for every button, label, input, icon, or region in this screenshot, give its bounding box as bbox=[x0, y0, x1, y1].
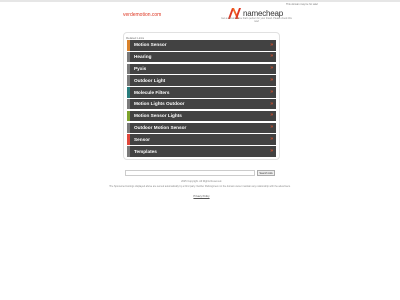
related-link-label: Outdoor Light bbox=[134, 77, 166, 83]
related-link[interactable]: Hearing » bbox=[127, 51, 276, 63]
chevron-right-icon: » bbox=[270, 53, 273, 60]
related-link[interactable]: Outdoor Motion Sensor » bbox=[127, 122, 276, 134]
related-link[interactable]: Templates » bbox=[127, 146, 276, 157]
related-link-label: Outdoor Motion Sensor bbox=[134, 124, 187, 130]
related-link[interactable]: Motion Lights Outdoor » bbox=[127, 98, 276, 110]
search-ads-button[interactable]: Search Ads bbox=[257, 170, 275, 176]
chevron-right-icon: » bbox=[270, 136, 273, 143]
related-link[interactable]: Motion Sensor Lights » bbox=[127, 110, 276, 122]
chevron-right-icon: » bbox=[270, 77, 273, 84]
chevron-right-icon: » bbox=[270, 100, 273, 107]
related-links-panel: Related Links Motion Sensor» Hearing» Pyxi… bbox=[123, 32, 280, 160]
chevron-right-icon: » bbox=[270, 88, 273, 95]
chevron-right-icon: » bbox=[270, 65, 273, 72]
copyright: 2025 Copyright. All Rights Reserved. bbox=[181, 180, 222, 183]
related-link-label: Motion Lights Outdoor bbox=[134, 101, 185, 107]
related-links-list: Motion Sensor» Hearing» Pyxis» Outdoor Ligh… bbox=[127, 40, 276, 158]
search-input[interactable] bbox=[125, 170, 255, 176]
chevron-right-icon: » bbox=[270, 41, 273, 48]
chevron-right-icon: » bbox=[270, 124, 273, 131]
related-link[interactable]: Sensor » bbox=[127, 134, 276, 145]
related-link[interactable]: Molecule Filters » bbox=[127, 87, 276, 98]
pitch-text: Get a domain name that's perfect for you… bbox=[221, 17, 292, 23]
related-link-label: Templates bbox=[134, 148, 157, 154]
privacy-policy-link[interactable]: Privacy Policy bbox=[123, 195, 280, 198]
related-link-label: Sensor bbox=[134, 136, 150, 142]
chevron-right-icon: » bbox=[270, 112, 273, 119]
related-link[interactable]: Outdoor Light » bbox=[127, 75, 276, 86]
domain-name: verdemotion.com bbox=[123, 12, 162, 18]
related-link-label: Pyxis bbox=[134, 65, 147, 71]
disclaimer: The Sponsored Listings displayed above a… bbox=[109, 185, 291, 188]
related-link-label: Molecule Filters bbox=[134, 89, 170, 95]
related-link-label: Motion Sensor bbox=[134, 42, 167, 48]
top-bar bbox=[0, 0, 400, 2]
related-link[interactable]: Pyxis » bbox=[127, 63, 276, 75]
related-link-label: Hearing bbox=[134, 54, 152, 60]
chevron-right-icon: » bbox=[270, 147, 273, 154]
related-link[interactable]: Motion Sensor » bbox=[127, 40, 276, 51]
related-link-label: Motion Sensor Lights bbox=[134, 113, 182, 119]
